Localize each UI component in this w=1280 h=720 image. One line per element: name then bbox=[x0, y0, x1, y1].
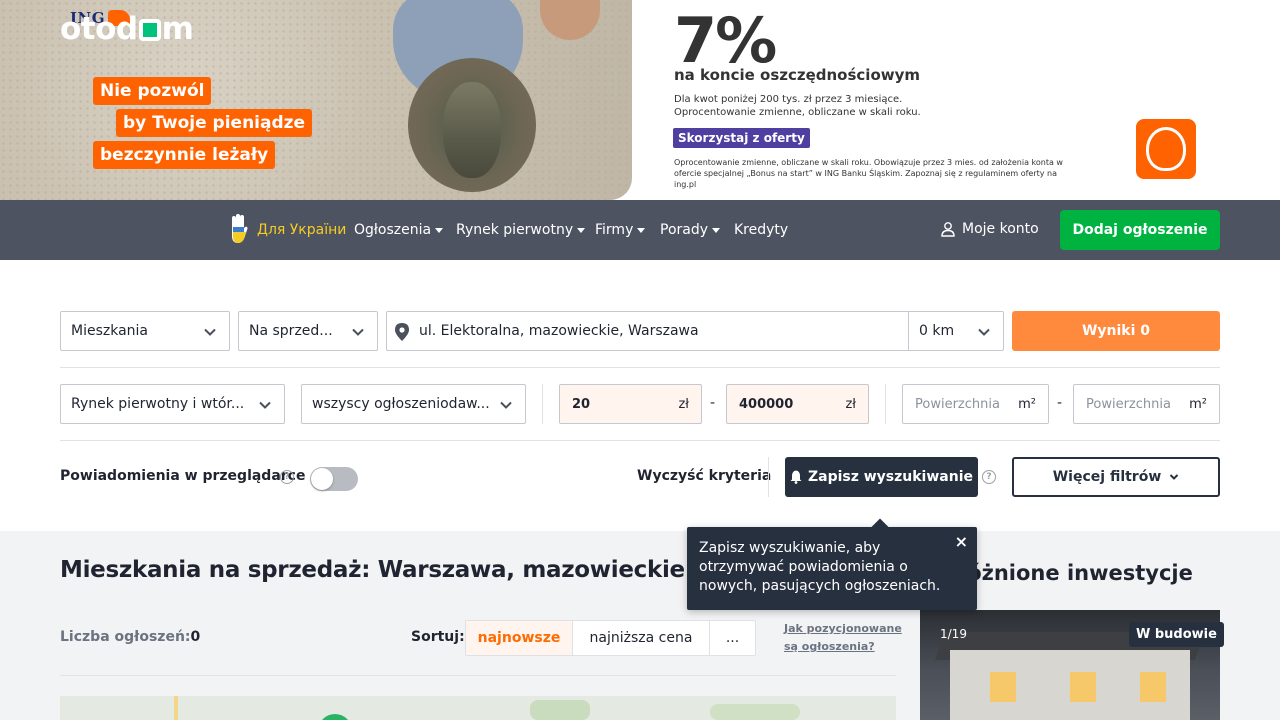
add-listing-button[interactable]: Dodaj ogłoszenie bbox=[1060, 210, 1220, 250]
caret-down-icon bbox=[712, 227, 721, 233]
ranking-info-link[interactable]: Jak pozycjonowane są ogłoszenia? bbox=[784, 620, 904, 656]
sort-options: najnowsze najniższa cena ... bbox=[465, 620, 756, 656]
banner-note: Dla kwot poniżej 200 tys. zł przez 3 mie… bbox=[674, 94, 921, 118]
location-pin-icon bbox=[395, 323, 409, 341]
property-type-select[interactable]: Mieszkania bbox=[60, 311, 230, 351]
photo-counter: 1/19 bbox=[940, 627, 967, 641]
nav-item-ogloszenia[interactable]: Ogłoszenia bbox=[354, 221, 444, 239]
caret-down-icon bbox=[577, 227, 586, 233]
caret-down-icon bbox=[637, 227, 646, 233]
radius-select[interactable]: 0 km bbox=[908, 311, 1004, 351]
banner-fine-print: Oprocentowanie zmienne, obliczane w skal… bbox=[674, 158, 1063, 189]
banner-cta-button[interactable]: Skorzystaj z oferty bbox=[673, 128, 810, 148]
chevron-down-icon bbox=[259, 401, 271, 409]
sort-option-newest[interactable]: najnowsze bbox=[466, 621, 573, 655]
chevron-down-icon bbox=[352, 328, 364, 336]
sort-option-more[interactable]: ... bbox=[710, 621, 755, 655]
banner-rate-subtitle: na koncie oszczędnościowym bbox=[674, 66, 921, 84]
ukraine-hand-icon bbox=[232, 214, 248, 243]
nav-item-firmy[interactable]: Firmy bbox=[595, 221, 646, 239]
page-title: Mieszkania na sprzedaż: Warszawa, mazowi… bbox=[60, 557, 685, 583]
results-map[interactable] bbox=[60, 696, 896, 720]
chevron-down-icon bbox=[1170, 474, 1179, 480]
area-to-input[interactable]: Powierzchnia m² bbox=[1073, 384, 1220, 424]
price-from-input[interactable]: 20 zł bbox=[559, 384, 702, 424]
nav-item-rynek-pierwotny[interactable]: Rynek pierwotny bbox=[456, 221, 586, 239]
ing-lion-logo bbox=[1136, 119, 1196, 179]
chevron-down-icon bbox=[204, 328, 216, 336]
chevron-down-icon bbox=[500, 401, 512, 409]
browser-notifications-label: Powiadomienia w przeglądarce bbox=[60, 468, 306, 484]
nav-item-porady[interactable]: Porady bbox=[660, 221, 721, 239]
status-badge: W budowie bbox=[1129, 622, 1224, 647]
advertiser-select[interactable]: wszyscy ogłoszeniodaw... bbox=[301, 384, 526, 424]
map-marker-icon[interactable] bbox=[318, 714, 352, 720]
location-input[interactable]: ul. Elektoralna, mazowieckie, Warszawa bbox=[386, 311, 909, 351]
range-dash: - bbox=[710, 395, 716, 411]
help-icon[interactable]: ? bbox=[982, 470, 996, 484]
results-button[interactable]: Wyniki 0 bbox=[1012, 311, 1220, 351]
divider bbox=[768, 457, 769, 497]
area-from-input[interactable]: Powierzchnia m² bbox=[902, 384, 1049, 424]
banner-slogan-line: by Twoje pieniądze bbox=[116, 109, 313, 137]
notifications-toggle[interactable] bbox=[310, 467, 358, 491]
banner-slogan-line: Nie pozwól bbox=[93, 77, 212, 105]
save-search-button[interactable]: Zapisz wyszukiwanie bbox=[785, 457, 978, 497]
sort-label: Sortuj: bbox=[411, 629, 465, 645]
clear-criteria-link[interactable]: Wyczyść kryteria bbox=[637, 468, 771, 484]
more-filters-button[interactable]: Więcej filtrów bbox=[1012, 457, 1220, 497]
nav-item-kredyty[interactable]: Kredyty bbox=[734, 221, 788, 239]
listing-count: Liczba ogłoszeń:0 bbox=[60, 629, 201, 645]
save-search-tooltip: Zapisz wyszukiwanie, aby otrzymywać powi… bbox=[687, 518, 977, 610]
price-to-input[interactable]: 400000 zł bbox=[726, 384, 869, 424]
bell-icon bbox=[790, 470, 802, 484]
divider bbox=[542, 384, 543, 424]
divider bbox=[60, 367, 1220, 368]
logo-square-icon bbox=[138, 19, 161, 41]
range-dash: - bbox=[1057, 395, 1063, 411]
market-select[interactable]: Rynek pierwotny i wtór... bbox=[60, 384, 285, 424]
transaction-type-select[interactable]: Na sprzed... bbox=[238, 311, 378, 351]
divider bbox=[885, 384, 886, 424]
banner-slogan-line: bezczynnie leżały bbox=[93, 141, 276, 169]
divider bbox=[60, 440, 1220, 441]
nav-ukraine-link[interactable]: Для України bbox=[257, 221, 346, 239]
chevron-down-icon bbox=[978, 328, 990, 336]
account-link[interactable]: Moje konto bbox=[941, 221, 1039, 237]
sort-option-lowest-price[interactable]: najniższa cena bbox=[573, 621, 710, 655]
help-icon[interactable]: ? bbox=[280, 470, 294, 484]
divider bbox=[60, 675, 896, 676]
otodom-logo[interactable]: otod m bbox=[60, 14, 194, 45]
user-icon bbox=[941, 221, 955, 237]
tooltip-text: Zapisz wyszukiwanie, aby otrzymywać powi… bbox=[699, 540, 941, 594]
close-icon[interactable]: × bbox=[955, 533, 968, 551]
caret-down-icon bbox=[435, 227, 444, 233]
